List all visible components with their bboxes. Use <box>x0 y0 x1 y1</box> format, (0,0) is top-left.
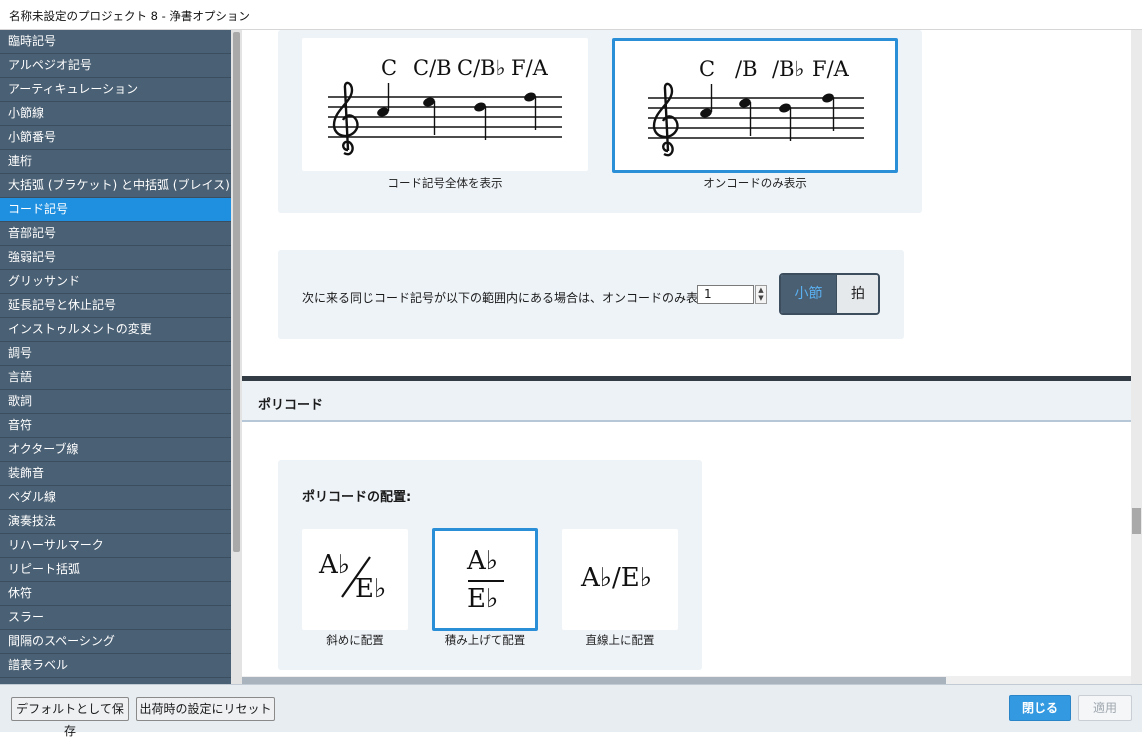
dialog-footer: デフォルトとして保存 出荷時の設定にリセット 閉じる 適用 <box>0 684 1142 738</box>
option-caption: 直線上に配置 <box>585 633 655 647</box>
chord-display-panel: C C/B C/B♭ F/A コード記号全体を表示 C /B /B♭ F/A オ… <box>278 30 922 213</box>
option-caption: 積み上げて配置 <box>444 633 526 647</box>
chord-label: C/B♭ <box>457 56 506 80</box>
chord-label: C <box>381 56 398 80</box>
sidebar-item-rehearsal-marks[interactable]: リハーサルマーク <box>0 534 231 558</box>
sidebar-item-key-signatures[interactable]: 調号 <box>0 342 231 366</box>
sidebar-item-rests[interactable]: 休符 <box>0 582 231 606</box>
sidebar-item-language[interactable]: 言語 <box>0 366 231 390</box>
range-value-spinner[interactable]: ▲ ▼ <box>755 285 767 304</box>
chord-label: F/A <box>812 57 849 81</box>
apply-button[interactable]: 適用 <box>1078 695 1132 721</box>
polychord-inline-text: A♭/E♭ <box>581 563 653 593</box>
sidebar-item-glissando[interactable]: グリッサンド <box>0 270 231 294</box>
sidebar-item-clefs[interactable]: 音部記号 <box>0 222 231 246</box>
sidebar-item-bar-numbers[interactable]: 小節番号 <box>0 126 231 150</box>
spin-down-icon[interactable]: ▼ <box>756 294 766 302</box>
sidebar-item-articulation[interactable]: アーティキュレーション <box>0 78 231 102</box>
staff-with-notes-icon <box>328 81 562 156</box>
sidebar-item-staff-labels[interactable]: 譜表ラベル <box>0 654 231 678</box>
window-titlebar: 名称未設定のプロジェクト 8 - 浄書オプション <box>0 0 1142 30</box>
sidebar-item-dynamics[interactable]: 強弱記号 <box>0 246 231 270</box>
sidebar-item-slurs[interactable]: スラー <box>0 606 231 630</box>
option-polychord-stacked[interactable]: A♭ E♭ <box>432 528 538 631</box>
sidebar-scrollbar[interactable] <box>231 30 242 684</box>
option-polychord-diagonal[interactable]: A♭ E♭ <box>302 529 408 630</box>
spin-up-icon[interactable]: ▲ <box>756 286 766 294</box>
toggle-bar-option[interactable]: 小節 <box>781 275 836 313</box>
staff-with-notes-icon <box>648 82 864 157</box>
chord-label: C <box>699 57 716 81</box>
polychord-bottom: E♭ <box>355 574 387 604</box>
polychord-panel: ポリコードの配置: A♭ E♭ 斜めに配置 A♭ E♭ 積み上げて配置 A♭/E… <box>278 460 702 670</box>
range-value-input[interactable]: 1 <box>697 285 754 304</box>
chord-label: /B <box>735 57 758 81</box>
sidebar-item-accidentals[interactable]: 臨時記号 <box>0 30 231 54</box>
vertical-scrollbar-thumb[interactable] <box>1132 508 1141 534</box>
option-show-slash-only[interactable]: C /B /B♭ F/A <box>612 38 898 173</box>
sidebar-item-playing-techniques[interactable]: 演奏技法 <box>0 510 231 534</box>
content-vertical-scrollbar[interactable] <box>1131 30 1142 684</box>
chord-label: /B♭ <box>772 57 805 81</box>
reset-to-factory-button[interactable]: 出荷時の設定にリセット <box>136 697 275 721</box>
sidebar-item-brackets-braces[interactable]: 大括弧 (ブラケット) と中括弧 (ブレイス) <box>0 174 231 198</box>
option-caption: 斜めに配置 <box>326 633 384 647</box>
sidebar-item-chord-symbols[interactable]: コード記号 <box>0 198 231 222</box>
bar-beat-toggle: 小節 拍 <box>779 273 880 315</box>
option-caption: コード記号全体を表示 <box>387 176 503 190</box>
content-horizontal-scrollbar[interactable] <box>242 676 1131 684</box>
range-setting-panel: 次に来る同じコード記号が以下の範囲内にある場合は、オンコードのみ表示: 1 ▲ … <box>278 250 904 339</box>
fraction-line <box>468 580 504 582</box>
range-setting-label: 次に来る同じコード記号が以下の範囲内にある場合は、オンコードのみ表示: <box>302 291 715 305</box>
options-content: C C/B C/B♭ F/A コード記号全体を表示 C /B /B♭ F/A オ… <box>242 30 1131 676</box>
option-caption: オンコードのみ表示 <box>703 176 807 190</box>
sidebar-item-octave-lines[interactable]: オクターブ線 <box>0 438 231 462</box>
category-sidebar: 臨時記号 アルペジオ記号 アーティキュレーション 小節線 小節番号 連桁 大括弧… <box>0 30 231 684</box>
polychord-top: A♭ <box>467 546 499 576</box>
sidebar-item-pedal-lines[interactable]: ペダル線 <box>0 486 231 510</box>
sidebar-item-fermatas[interactable]: 延長記号と休止記号 <box>0 294 231 318</box>
option-polychord-inline[interactable]: A♭/E♭ <box>562 529 678 630</box>
sidebar-scrollbar-thumb[interactable] <box>233 32 240 552</box>
sidebar-item-arpeggio[interactable]: アルペジオ記号 <box>0 54 231 78</box>
sidebar-item-repeat-endings[interactable]: リピート括弧 <box>0 558 231 582</box>
section-title: ポリコード <box>258 398 324 413</box>
sidebar-item-beams[interactable]: 連桁 <box>0 150 231 174</box>
window-title: 名称未設定のプロジェクト 8 - 浄書オプション <box>9 9 250 23</box>
sidebar-item-instrument-changes[interactable]: インストゥルメントの変更 <box>0 318 231 342</box>
sidebar-item-barlines[interactable]: 小節線 <box>0 102 231 126</box>
chord-label: C/B <box>413 56 452 80</box>
sidebar-item-ornaments[interactable]: 装飾音 <box>0 462 231 486</box>
sidebar-item-lyrics[interactable]: 歌詞 <box>0 390 231 414</box>
polychord-section-header[interactable]: ポリコード <box>242 381 1131 422</box>
close-button[interactable]: 閉じる <box>1009 695 1071 721</box>
horizontal-scrollbar-thumb[interactable] <box>242 677 946 684</box>
polychord-group-label: ポリコードの配置: <box>302 490 412 505</box>
chord-label: F/A <box>511 56 548 80</box>
sidebar-item-spacing-gaps[interactable]: 間隔のスペーシング <box>0 630 231 654</box>
save-as-default-button[interactable]: デフォルトとして保存 <box>11 697 129 738</box>
polychord-bottom: E♭ <box>467 584 499 614</box>
option-show-full-chord[interactable]: C C/B C/B♭ F/A <box>302 38 588 171</box>
toggle-beat-option[interactable]: 拍 <box>836 275 878 313</box>
sidebar-item-notes[interactable]: 音符 <box>0 414 231 438</box>
